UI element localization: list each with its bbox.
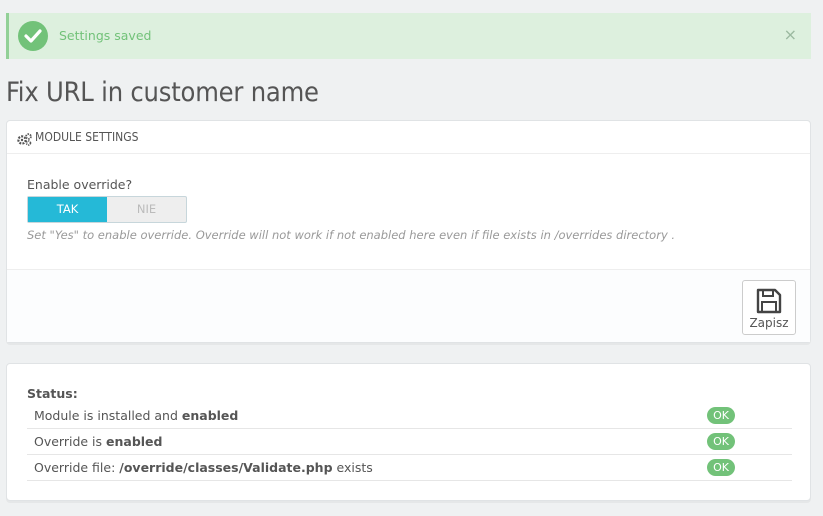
status-row-text: Override is enabled: [34, 434, 163, 449]
status-row-text: Module is installed and enabled: [34, 408, 239, 423]
status-row: Override file: /override/classes/Validat…: [27, 455, 792, 481]
switch-option-no[interactable]: NIE: [107, 197, 186, 222]
cogs-icon: [17, 131, 32, 150]
save-label: Zapisz: [749, 316, 789, 330]
module-settings-panel: MODULE SETTINGS Enable override? TAK NIE…: [6, 120, 811, 343]
ok-badge: OK: [707, 433, 735, 450]
panel-title: MODULE SETTINGS: [35, 130, 139, 144]
status-row: Override is enabled OK: [27, 429, 792, 455]
help-text: Set "Yes" to enable override. Override w…: [27, 228, 676, 242]
save-button[interactable]: Zapisz: [742, 280, 796, 335]
status-row-text: Override file: /override/classes/Validat…: [34, 460, 373, 475]
panel-heading: MODULE SETTINGS: [7, 121, 810, 154]
switch-option-yes[interactable]: TAK: [28, 197, 107, 222]
ok-badge: OK: [707, 459, 735, 476]
check-circle-icon: [18, 21, 48, 51]
enable-override-label: Enable override?: [27, 177, 133, 192]
floppy-disk-icon: [756, 288, 782, 314]
close-icon[interactable]: ×: [784, 25, 797, 45]
enable-override-switch[interactable]: TAK NIE: [27, 196, 187, 223]
alert-message: Settings saved: [59, 28, 152, 43]
status-row: Module is installed and enabled OK: [27, 403, 792, 429]
success-alert: Settings saved ×: [6, 13, 811, 59]
panel-footer: Zapisz: [7, 269, 810, 342]
status-panel: Status: Module is installed and enabled …: [6, 363, 811, 501]
page-title: Fix URL in customer name: [6, 77, 319, 108]
status-title: Status:: [27, 386, 78, 401]
ok-badge: OK: [707, 407, 735, 424]
